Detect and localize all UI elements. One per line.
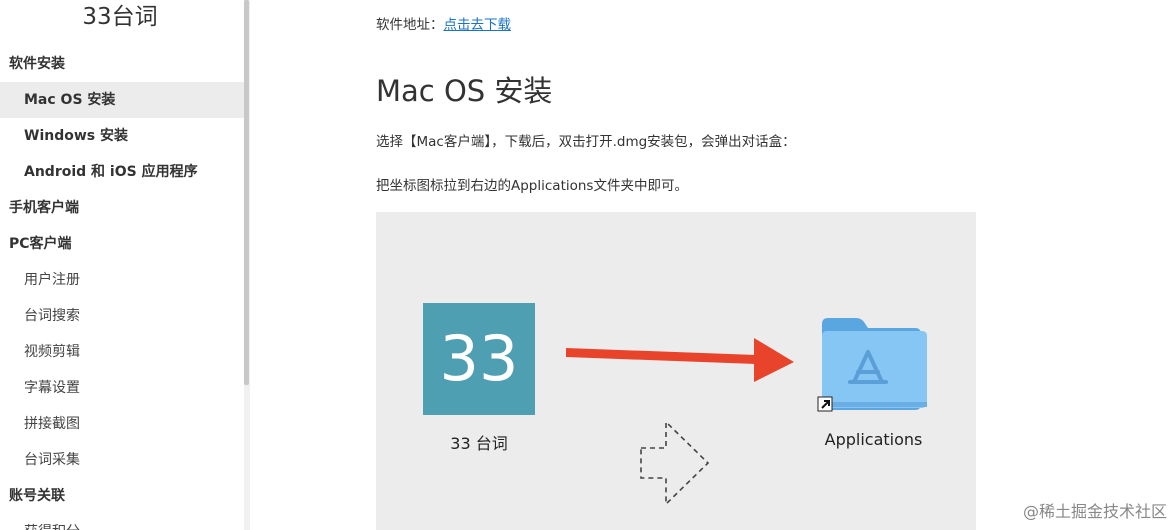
nav-group-account-link[interactable]: 账号关联 bbox=[0, 478, 245, 514]
dashed-arrow-icon bbox=[640, 420, 710, 506]
download-line: 软件地址：点击去下载 bbox=[376, 13, 511, 33]
app-name-label: 33 台词 bbox=[450, 434, 508, 453]
nav-item-android-ios[interactable]: Android 和 iOS 应用程序 bbox=[0, 154, 245, 190]
page-heading: Mac OS 安装 bbox=[376, 74, 553, 108]
watermark: @稀土掘金技术社区 bbox=[1022, 502, 1167, 521]
nav-group-software-install[interactable]: 软件安装 bbox=[0, 46, 245, 82]
site-title[interactable]: 33台词 bbox=[0, 0, 240, 34]
applications-folder-label: Applications bbox=[824, 430, 923, 449]
drag-arrow-icon bbox=[566, 338, 794, 382]
nav-item-user-register[interactable]: 用户注册 bbox=[0, 262, 245, 298]
sidebar-scrollbar-thumb[interactable] bbox=[244, 0, 249, 385]
nav-item-stitch-screenshot[interactable]: 拼接截图 bbox=[0, 406, 245, 442]
sidebar: 33台词 软件安装 Mac OS 安装 Windows 安装 Android 和… bbox=[0, 0, 245, 530]
instruction-paragraph-2: 把坐标图标拉到右边的Applications文件夹中即可。 bbox=[376, 178, 688, 194]
sidebar-nav: 软件安装 Mac OS 安装 Windows 安装 Android 和 iOS … bbox=[0, 46, 245, 530]
nav-item-subtitle-settings[interactable]: 字幕设置 bbox=[0, 370, 245, 406]
instruction-paragraph-1: 选择【Mac客户端】，下载后，双击打开.dmg安装包，会弹出对话盒： bbox=[376, 134, 796, 150]
nav-item-video-edit[interactable]: 视频剪辑 bbox=[0, 334, 245, 370]
download-link[interactable]: 点击去下载 bbox=[444, 17, 512, 33]
install-dialog-figure: 33 33 台词 Applications bbox=[376, 212, 976, 530]
applications-folder-icon bbox=[817, 318, 927, 412]
nav-item-earn-points[interactable]: 获得积分 bbox=[0, 514, 245, 530]
nav-item-line-search[interactable]: 台词搜索 bbox=[0, 298, 245, 334]
main-content: 软件地址：点击去下载 Mac OS 安装 选择【Mac客户端】，下载后，双击打开… bbox=[250, 0, 1175, 530]
download-prefix: 软件地址： bbox=[376, 17, 444, 33]
nav-item-macos-install[interactable]: Mac OS 安装 bbox=[0, 82, 245, 118]
nav-group-mobile-client[interactable]: 手机客户端 bbox=[0, 190, 245, 226]
nav-item-line-collect[interactable]: 台词采集 bbox=[0, 442, 245, 478]
app-icon: 33 bbox=[423, 303, 535, 415]
nav-item-windows-install[interactable]: Windows 安装 bbox=[0, 118, 245, 154]
nav-group-pc-client[interactable]: PC客户端 bbox=[0, 226, 245, 262]
